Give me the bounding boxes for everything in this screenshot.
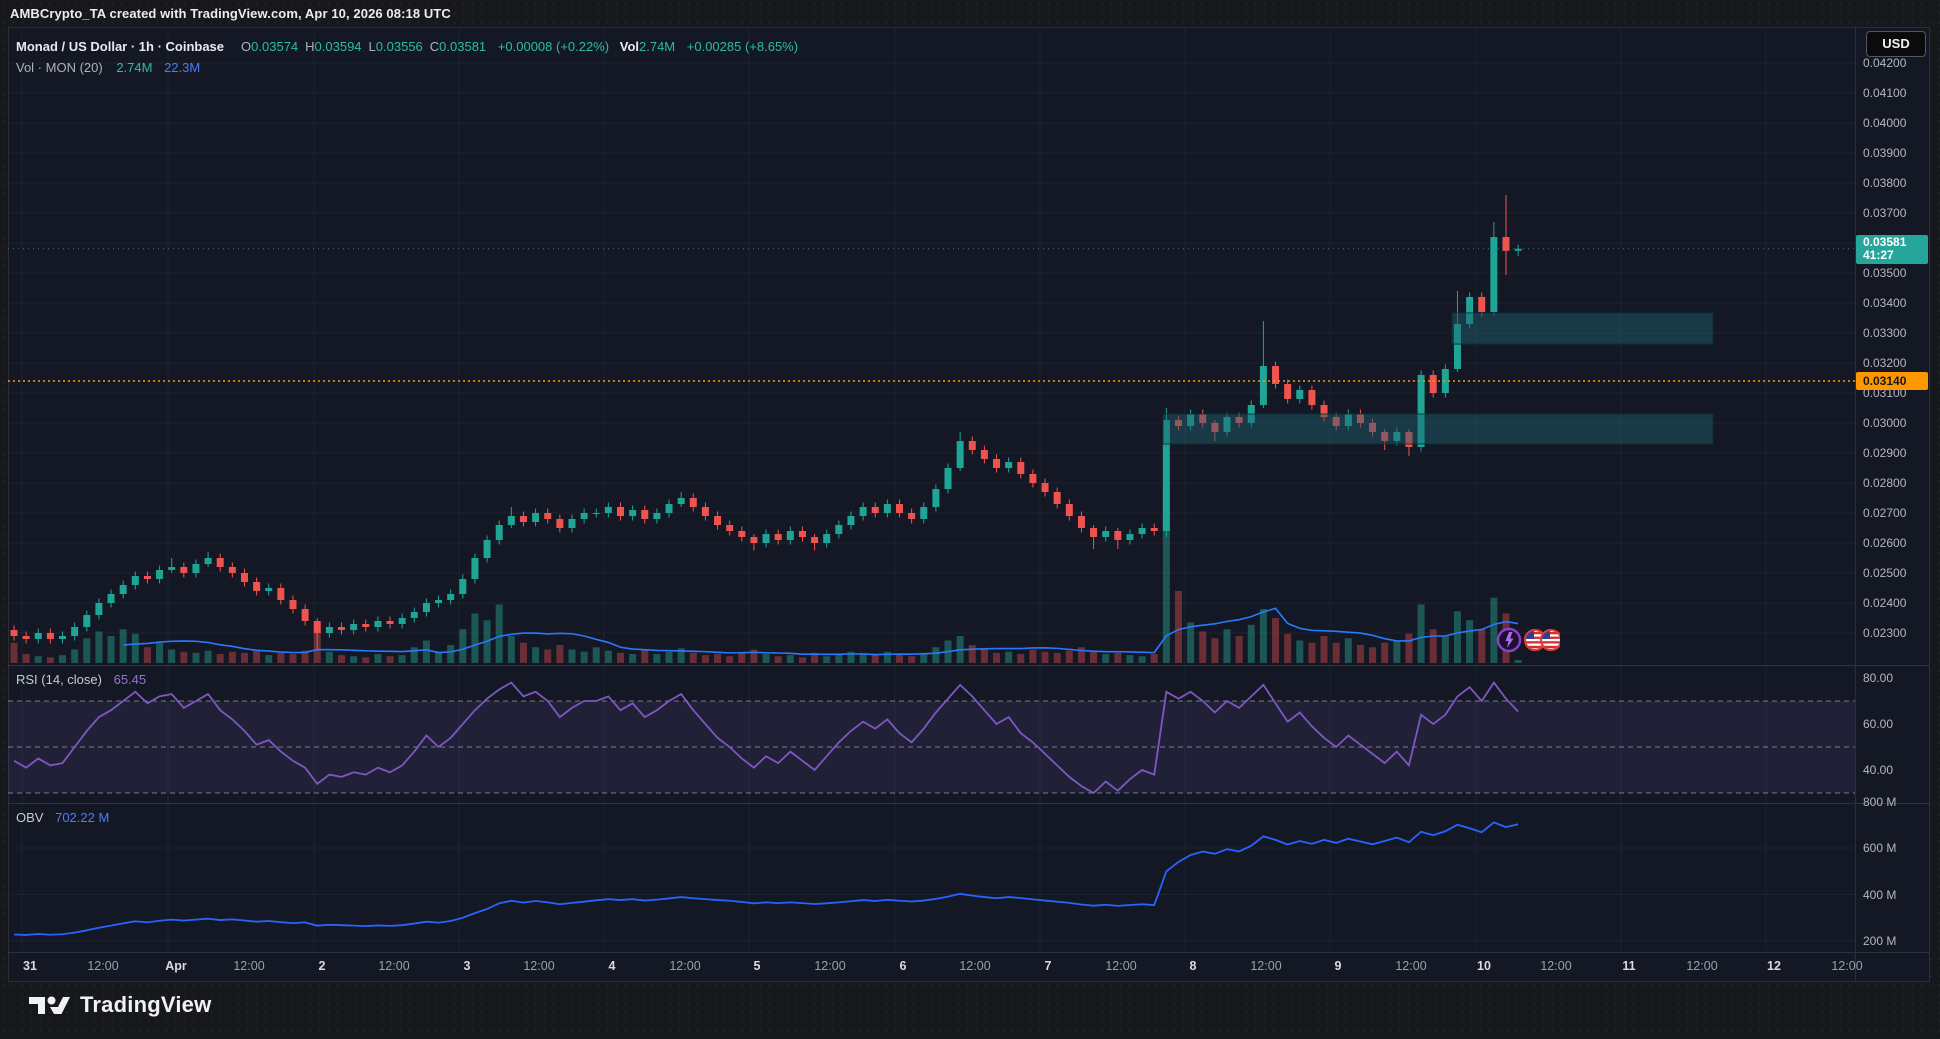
time-axis-label: 12:00	[808, 959, 852, 973]
time-axis-label: 10	[1462, 959, 1506, 973]
time-axis-label: 11	[1607, 959, 1651, 973]
last-price-value: 0.03581	[1863, 236, 1928, 249]
change-value: +0.00008 (+0.22%)	[498, 39, 609, 54]
vol-value: 2.74M	[639, 39, 675, 54]
obv-legend[interactable]: OBV 702.22 M	[16, 810, 109, 825]
rsi-axis-label: 60.00	[1863, 717, 1933, 731]
bar-countdown: 41:27	[1863, 249, 1928, 262]
price-axis-label: 0.03500	[1863, 266, 1933, 280]
last-price-label: 0.03581 41:27	[1856, 235, 1928, 264]
chart-frame	[8, 27, 1930, 982]
tradingview-logo[interactable]: TradingView	[28, 990, 211, 1020]
time-axis-label: 2	[300, 959, 344, 973]
obv-label: OBV	[16, 810, 43, 825]
obv-value: 702.22 M	[55, 810, 109, 825]
time-axis-label: 31	[8, 959, 52, 973]
time-axis-label: 6	[881, 959, 925, 973]
monad-logo-icon	[1498, 629, 1520, 651]
time-axis-label: 7	[1026, 959, 1070, 973]
pair-logo-icons	[1496, 626, 1560, 654]
price-axis-label: 0.04100	[1863, 86, 1933, 100]
symbol-legend[interactable]: Monad / US Dollar · 1h · Coinbase O0.0357…	[16, 36, 798, 78]
close-key: C	[430, 39, 439, 54]
time-axis-label: 12:00	[1825, 959, 1869, 973]
time-axis-label: 12:00	[81, 959, 125, 973]
price-axis-label: 0.03700	[1863, 206, 1933, 220]
volume-ma-value: 22.3M	[164, 60, 200, 75]
rsi-legend[interactable]: RSI (14, close) 65.45	[16, 672, 146, 687]
symbol-title[interactable]: Monad / US Dollar · 1h · Coinbase	[16, 39, 224, 54]
tradingview-logo-text: TradingView	[80, 992, 211, 1018]
price-axis-label: 0.03200	[1863, 356, 1933, 370]
volume-indicator-label: Vol · MON (20)	[16, 60, 103, 75]
time-axis-label: 9	[1316, 959, 1360, 973]
time-axis-label: 8	[1171, 959, 1215, 973]
volume-indicator-row[interactable]: Vol · MON (20) 2.74M 22.3M	[16, 57, 798, 78]
currency-toggle-button[interactable]: USD	[1866, 31, 1926, 57]
low-key: L	[369, 39, 376, 54]
price-axis-label: 0.02800	[1863, 476, 1933, 490]
price-axis-label: 0.03300	[1863, 326, 1933, 340]
price-axis-label: 0.02400	[1863, 596, 1933, 610]
obv-axis-label: 800 M	[1863, 795, 1933, 809]
price-axis-label: 0.03900	[1863, 146, 1933, 160]
time-axis-label: 12:00	[953, 959, 997, 973]
open-value: 0.03574	[251, 39, 298, 54]
obv-axis-label: 600 M	[1863, 841, 1933, 855]
obv-axis-label: 200 M	[1863, 934, 1933, 948]
time-axis-label: 3	[445, 959, 489, 973]
price-axis-label: 0.02700	[1863, 506, 1933, 520]
usd-flag-icon	[1525, 630, 1560, 650]
price-axis-label: 0.03800	[1863, 176, 1933, 190]
volume-indicator-value: 2.74M	[116, 60, 152, 75]
price-axis-label: 0.03400	[1863, 296, 1933, 310]
time-axis-label: 12:00	[1389, 959, 1433, 973]
price-axis-label: 0.02900	[1863, 446, 1933, 460]
rsi-axis-label: 40.00	[1863, 763, 1933, 777]
pair-logos	[1496, 626, 1560, 654]
price-axis-label: 0.02300	[1863, 626, 1933, 640]
time-axis-label: 12:00	[663, 959, 707, 973]
time-axis[interactable]: 31 12:00 Apr 12:00 2 12:00 3 12:00 4 12:00 5 12:00 6…	[8, 952, 1855, 982]
tradingview-chart-app: AMBCrypto_TA created with TradingView.co…	[0, 0, 1940, 1039]
price-axis[interactable]: USD 0.03581 41:27 0.03140 0.04200 0.04100…	[1855, 27, 1930, 982]
hline-price-label: 0.03140	[1856, 372, 1928, 390]
tradingview-logo-icon	[28, 990, 70, 1020]
obv-axis-label: 400 M	[1863, 888, 1933, 902]
time-axis-label: 4	[590, 959, 634, 973]
rsi-axis-label: 80.00	[1863, 671, 1933, 685]
time-axis-label: 12:00	[372, 959, 416, 973]
attribution-text: AMBCrypto_TA created with TradingView.co…	[10, 6, 451, 21]
time-axis-label: 12:00	[1534, 959, 1578, 973]
vol-change-value: +0.00285 (+8.65%)	[687, 39, 798, 54]
rsi-label: RSI (14, close)	[16, 672, 102, 687]
vol-key: Vol	[620, 39, 639, 54]
time-axis-label: 5	[735, 959, 779, 973]
time-axis-label: 12:00	[1244, 959, 1288, 973]
high-value: 0.03594	[315, 39, 362, 54]
price-axis-label: 0.02600	[1863, 536, 1933, 550]
close-value: 0.03581	[439, 39, 486, 54]
price-axis-label: 0.03000	[1863, 416, 1933, 430]
price-axis-label: 0.02500	[1863, 566, 1933, 580]
branding-bar: TradingView	[0, 982, 1940, 1039]
time-axis-label: Apr	[154, 959, 198, 973]
ohlc-row: Monad / US Dollar · 1h · Coinbase O0.0357…	[16, 36, 798, 57]
attribution-bar: AMBCrypto_TA created with TradingView.co…	[0, 0, 1940, 27]
time-axis-label: 12:00	[227, 959, 271, 973]
time-axis-label: 12:00	[1099, 959, 1143, 973]
price-axis-label: 0.04200	[1863, 56, 1933, 70]
time-axis-label: 12	[1752, 959, 1796, 973]
high-key: H	[305, 39, 314, 54]
low-value: 0.03556	[376, 39, 423, 54]
time-axis-label: 12:00	[517, 959, 561, 973]
time-axis-label: 12:00	[1680, 959, 1724, 973]
open-key: O	[241, 39, 251, 54]
price-axis-label: 0.04000	[1863, 116, 1933, 130]
rsi-value: 65.45	[114, 672, 147, 687]
